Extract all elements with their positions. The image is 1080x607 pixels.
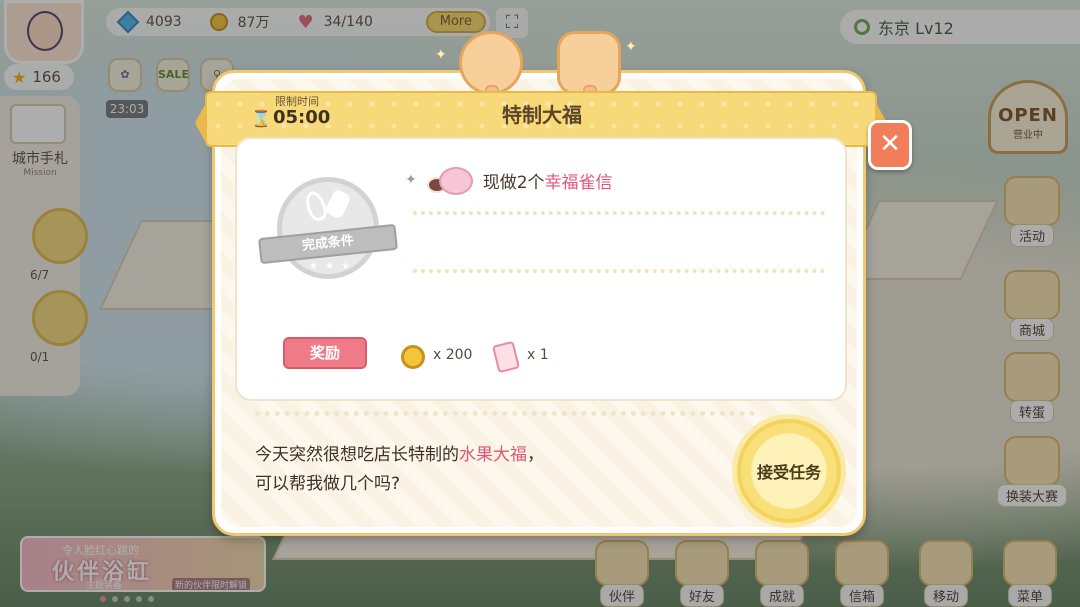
request-line2: 可以帮我做几个吗? <box>255 474 401 494</box>
sparkle-icon: ✦ <box>405 172 417 188</box>
task-item-name: 幸福雀信 <box>544 172 613 193</box>
divider <box>413 211 825 215</box>
customer-request-text: 今天突然很想吃店长特制的水果大福， 可以帮我做几个吗? <box>255 441 675 499</box>
task-requirement: ✦ 现做2个 幸福雀信 <box>405 163 613 197</box>
mochi-bird-icon <box>425 163 473 197</box>
sparkle-icon: ✦ <box>625 39 637 55</box>
special-order-dialog: ✦ ✦ 限制时间 ⌛ 05:00 特制大福 完成条件 ★ ★ ★ ✦ 现做2个 … <box>195 31 887 536</box>
request-highlight: 水果大福 <box>459 445 527 465</box>
request-line1-prefix: 今天突然很想吃店长特制的 <box>255 445 459 465</box>
request-line1-suffix: ， <box>527 445 544 465</box>
reward-coin-qty: x 200 <box>433 347 473 363</box>
completion-badge: 完成条件 ★ ★ ★ <box>258 177 398 297</box>
reward-ticket-qty: x 1 <box>527 347 549 363</box>
divider <box>255 411 755 416</box>
accept-task-button[interactable]: 接受任务 <box>737 419 841 523</box>
coin-icon <box>401 345 425 369</box>
bird-icon <box>438 167 473 195</box>
task-prefix: 现做2个 <box>482 172 545 193</box>
sparkle-icon: ✦ <box>435 47 447 63</box>
badge-stars: ★ ★ ★ <box>309 261 353 272</box>
dialog-title: 特制大福 <box>502 103 582 127</box>
task-card: 完成条件 ★ ★ ★ ✦ 现做2个 幸福雀信 奖励 x 200 x 1 <box>235 137 847 401</box>
divider <box>413 269 825 273</box>
ticket-icon <box>491 340 521 374</box>
close-icon[interactable]: ✕ <box>868 120 912 170</box>
reward-label: 奖励 <box>283 337 367 369</box>
